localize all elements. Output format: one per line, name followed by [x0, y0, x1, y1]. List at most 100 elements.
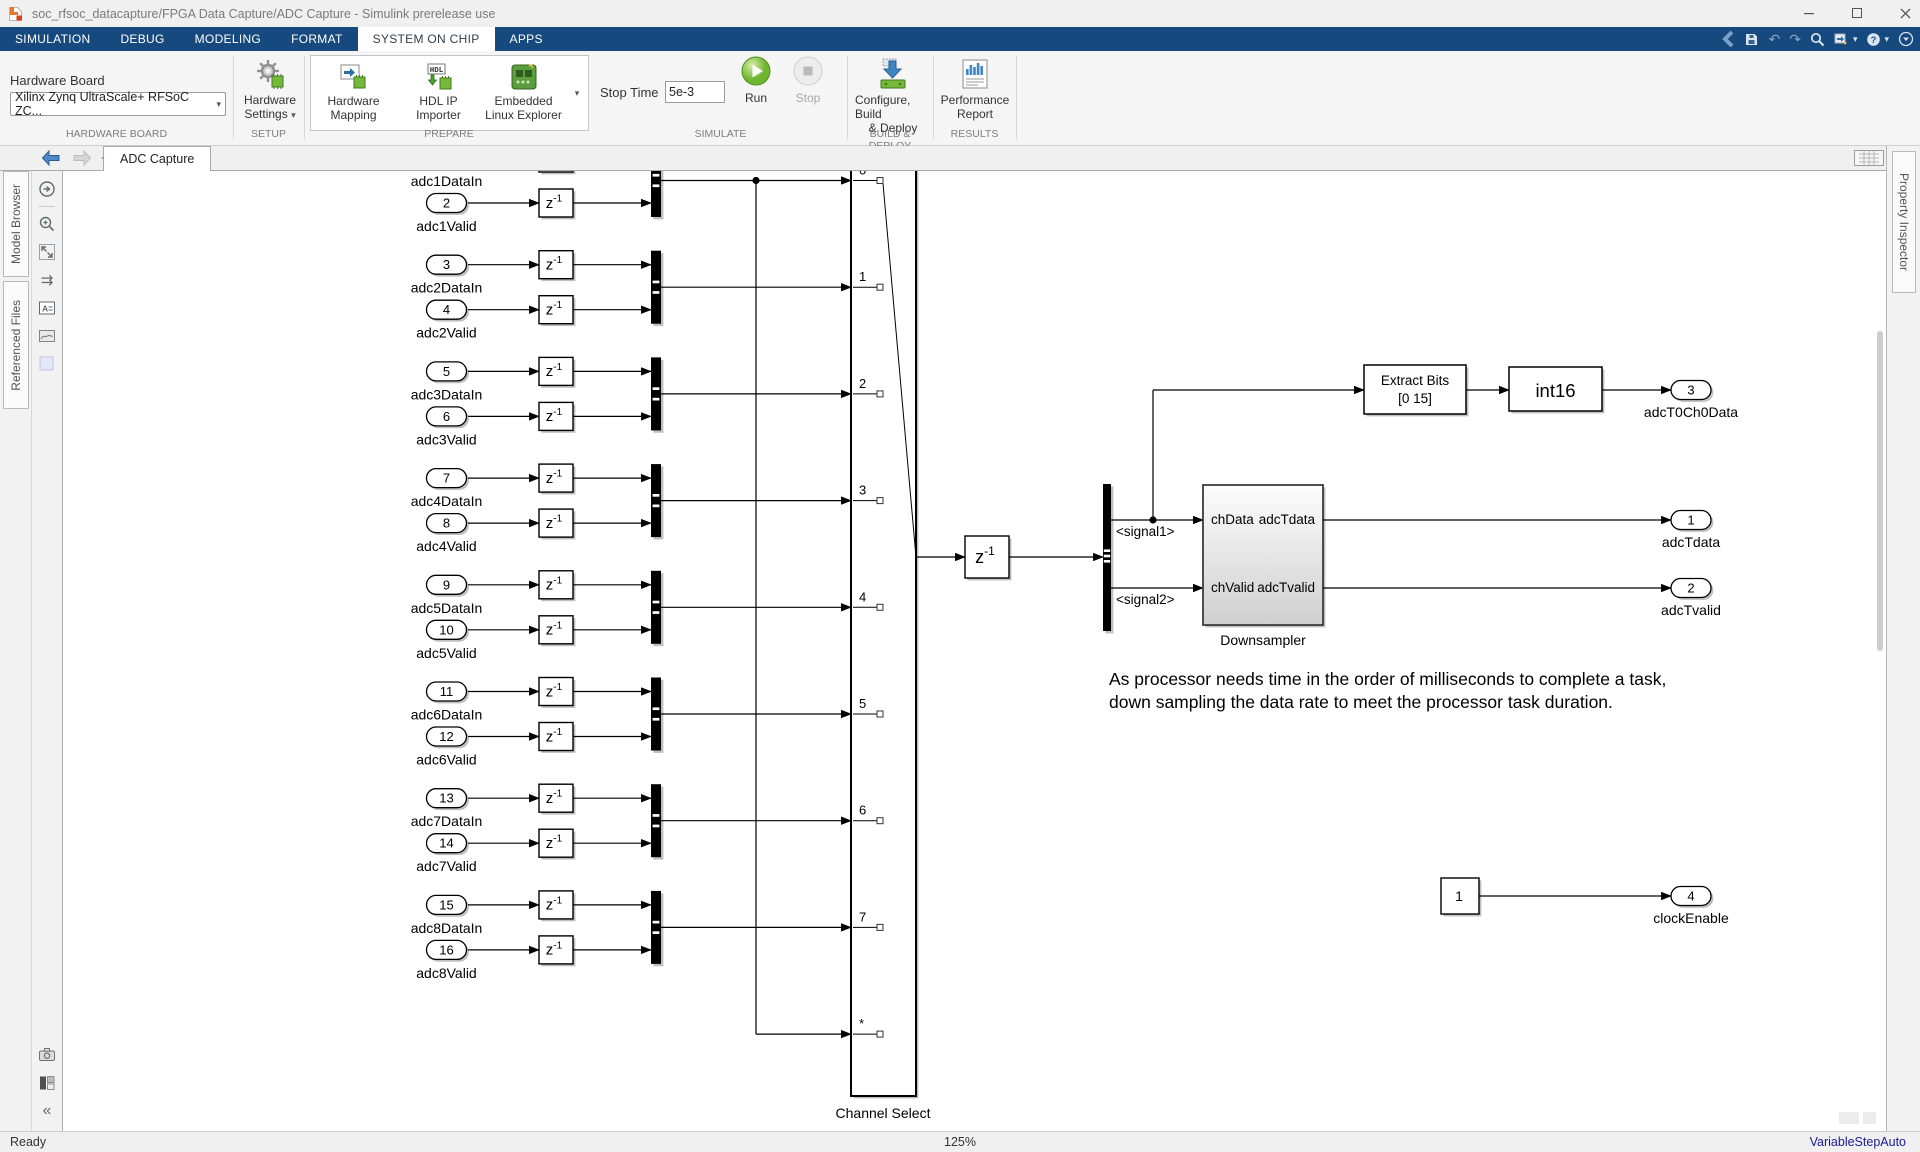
extract-bits-block[interactable]: Extract Bits[0 15]	[1364, 365, 1509, 416]
tab-apps[interactable]: APPS	[495, 27, 558, 51]
viewmark-icon[interactable]	[32, 350, 62, 378]
model-tab-bar: ADC Capture	[0, 146, 1920, 171]
svg-text:3: 3	[859, 483, 866, 498]
section-divider	[233, 56, 234, 139]
layers-icon[interactable]	[32, 1069, 62, 1097]
search-icon[interactable]	[1810, 32, 1825, 47]
zoom-icon[interactable]	[32, 210, 62, 238]
save-icon[interactable]	[1744, 32, 1759, 47]
outport-adcT0Ch0Data[interactable]: 3adcT0Ch0Data	[1644, 381, 1738, 421]
svg-text:*: *	[859, 1016, 864, 1031]
svg-text:0: 0	[859, 171, 866, 178]
favorites-icon[interactable]: ▾	[1834, 32, 1858, 47]
redo-icon[interactable]: ↷	[1789, 31, 1801, 48]
svg-text:adc7Valid: adc7Valid	[416, 858, 476, 874]
constant-block[interactable]: 1	[1441, 878, 1671, 916]
svg-text:adcTdata: adcTdata	[1259, 512, 1316, 527]
default-branch-line[interactable]	[752, 177, 851, 1034]
section-label-hardware-board: HARDWARE BOARD	[0, 128, 233, 140]
configure-build-deploy-button[interactable]: Configure, Build & Deploy	[855, 55, 931, 135]
hardware-settings-button[interactable]: Hardware Settings ▾	[239, 55, 301, 122]
tab-modeling[interactable]: MODELING	[180, 27, 276, 51]
image-icon[interactable]	[32, 322, 62, 350]
embedded-linux-explorer-button[interactable]: Embedded Linux Explorer	[481, 56, 566, 130]
hdl-ip-importer-button[interactable]: HDL HDL IP Importer	[396, 56, 481, 130]
maximize-button[interactable]	[1850, 7, 1864, 21]
canvas-palette: ⇉ A «	[31, 171, 62, 1131]
adc-group-5[interactable]: 9adc5DataInz-110adc5Validz-1	[411, 571, 851, 661]
svg-text:adc6Valid: adc6Valid	[416, 752, 476, 768]
gallery-expand-button[interactable]: ▾	[566, 55, 589, 131]
tab-simulation[interactable]: SIMULATION	[0, 27, 105, 51]
tab-adc-capture[interactable]: ADC Capture	[103, 146, 211, 171]
solver-name[interactable]: VariableStepAuto	[1810, 1135, 1906, 1149]
annotation-text: As processor needs time in the order of …	[1109, 669, 1666, 712]
tab-debug[interactable]: DEBUG	[105, 27, 179, 51]
build-deploy-icon	[876, 55, 910, 93]
svg-text:adcT0Ch0Data: adcT0Ch0Data	[1644, 404, 1738, 420]
help-icon[interactable]: ? ▾	[1866, 32, 1889, 47]
svg-text:adc8DataIn: adc8DataIn	[411, 920, 483, 936]
section-label-simulate: SIMULATE	[594, 128, 847, 140]
svg-text:adcTdata: adcTdata	[1662, 534, 1721, 550]
svg-text:2: 2	[859, 376, 866, 391]
downsampler-block[interactable]: chDatachValidadcTdataadcTvalidDownsample…	[1203, 485, 1671, 648]
outport-clockEnable[interactable]: 4clockEnable	[1653, 887, 1729, 927]
stop-icon	[792, 55, 824, 87]
model-canvas[interactable]: 1adc1DataInz-12adc1Validz-1 3adc2DataInz-…	[62, 171, 1887, 1131]
adc-group-8[interactable]: 15adc8DataInz-116adc8Validz-1	[411, 891, 851, 981]
toolstrip-ribbon: Hardware Board Xilinx Zynq UltraScale+ R…	[0, 51, 1920, 146]
svg-text:<signal2>: <signal2>	[1116, 592, 1175, 607]
screenshot-icon[interactable]	[32, 1041, 62, 1069]
svg-text:5: 5	[859, 696, 866, 711]
vertical-scrollbar-thumb[interactable]	[1877, 331, 1883, 651]
outport-adcTvalid[interactable]: 2adcTvalid	[1661, 579, 1721, 619]
prepare-gallery: Hardware Mapping HDL HDL IP Importer Emb…	[310, 55, 568, 131]
adc-group-7[interactable]: 13adc7DataInz-114adc7Validz-1	[411, 784, 851, 874]
stop-time-label: Stop Time	[600, 85, 659, 100]
property-inspector-tab[interactable]: Property Inspector	[1892, 151, 1916, 293]
fit-to-view-icon[interactable]	[32, 238, 62, 266]
run-button[interactable]: Run	[735, 55, 777, 105]
hide-toolbar-icon[interactable]	[1854, 150, 1884, 166]
adc-group-6[interactable]: 11adc6DataInz-112adc6Validz-1	[411, 678, 851, 768]
minimize-button[interactable]	[1802, 7, 1816, 21]
tab-system-on-chip[interactable]: SYSTEM ON CHIP	[358, 27, 495, 51]
delay-block[interactable]: z-1	[965, 536, 1103, 580]
svg-text:[0 15]: [0 15]	[1398, 391, 1432, 406]
svg-text:adc5Valid: adc5Valid	[416, 645, 476, 661]
back-icon[interactable]	[40, 149, 62, 167]
undo-icon[interactable]: ↶	[1768, 31, 1780, 48]
annotation-icon[interactable]: A	[32, 294, 62, 322]
channel-select-block[interactable]: 01234567*Channel Select	[836, 171, 965, 1121]
outport-adcTdata[interactable]: 1adcTdata	[1662, 511, 1721, 551]
svg-text:int16: int16	[1535, 380, 1575, 401]
referenced-files-tab[interactable]: Referenced Files	[3, 281, 29, 409]
adc-group-3[interactable]: 5adc3DataInz-16adc3Validz-1	[411, 357, 851, 447]
minimize-ribbon-icon[interactable]	[1898, 31, 1914, 47]
adc-group-1[interactable]: 1adc1DataInz-12adc1Validz-1	[411, 171, 851, 234]
collapse-chevron-icon[interactable]	[1721, 31, 1735, 47]
svg-text:6: 6	[859, 803, 866, 818]
hardware-settings-line1: Hardware	[244, 93, 296, 107]
hdl-ip-importer-icon: HDL	[424, 60, 454, 94]
hide-palette-icon[interactable]	[32, 175, 62, 203]
svg-text:16: 16	[439, 942, 453, 957]
svg-text:?: ?	[1871, 35, 1877, 46]
performance-report-button[interactable]: Performance Report	[940, 55, 1010, 121]
svg-text:3: 3	[443, 257, 450, 272]
model-browser-tab[interactable]: Model Browser	[3, 171, 29, 277]
adc-group-4[interactable]: 7adc4DataInz-18adc4Validz-1	[411, 464, 851, 554]
signal-routing-icon[interactable]: ⇉	[32, 266, 62, 294]
svg-text:adc1DataIn: adc1DataIn	[411, 173, 483, 189]
hardware-mapping-button[interactable]: Hardware Mapping	[311, 56, 396, 130]
tab-format[interactable]: FORMAT	[276, 27, 358, 51]
stop-time-input[interactable]	[665, 81, 725, 103]
section-divider	[847, 56, 848, 139]
hardware-board-select[interactable]: Xilinx Zynq UltraScale+ RFSoC ZC... ▾	[10, 92, 226, 116]
close-button[interactable]	[1898, 7, 1912, 21]
window-title: soc_rfsoc_datacapture/FPGA Data Capture/…	[32, 7, 495, 21]
adc-group-2[interactable]: 3adc2DataInz-14adc2Validz-1	[411, 251, 851, 341]
svg-text:9: 9	[443, 577, 450, 592]
collapse-palette-icon[interactable]: «	[32, 1097, 62, 1125]
